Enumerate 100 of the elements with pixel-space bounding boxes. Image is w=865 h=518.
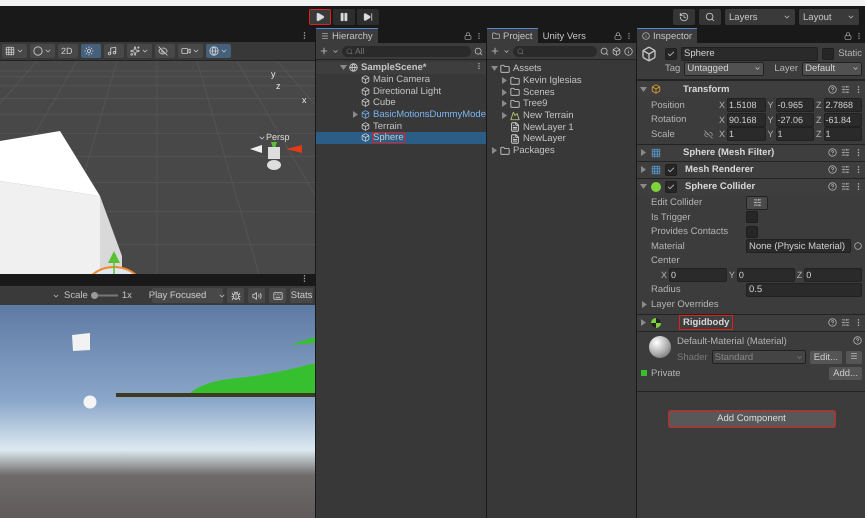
- component-header[interactable]: Sphere Collider: [637, 178, 865, 194]
- number-field[interactable]: 1: [824, 127, 862, 142]
- static-checkbox[interactable]: [822, 48, 834, 60]
- collapsed-caret-icon[interactable]: [501, 88, 508, 96]
- property-label: Radius: [651, 284, 682, 296]
- target-icon: [854, 242, 862, 250]
- hierarchy-item[interactable]: Directional Light: [316, 85, 486, 98]
- project-item[interactable]: Kevin Iglesias: [487, 74, 636, 86]
- cube-icon: [361, 98, 370, 108]
- number-field[interactable]: 0: [669, 268, 727, 282]
- checkbox[interactable]: [746, 211, 758, 224]
- number-field[interactable]: -61.84: [824, 112, 862, 127]
- shader-menu-button[interactable]: [846, 350, 862, 364]
- expanded-caret-icon[interactable]: [340, 64, 347, 72]
- hierarchy-tab[interactable]: Hierarchy: [316, 28, 378, 43]
- inspector-tab[interactable]: Inspector: [637, 28, 698, 43]
- active-checkbox[interactable]: [665, 48, 677, 60]
- collapsed-caret-icon[interactable]: [640, 319, 647, 326]
- layers-dropdown[interactable]: Layers: [725, 9, 795, 25]
- hierarchy-item[interactable]: Terrain: [316, 120, 486, 132]
- layout-dropdown[interactable]: Layout: [799, 9, 859, 25]
- camera-dropdown[interactable]: [178, 44, 203, 58]
- snap-dropdown[interactable]: [2, 44, 27, 58]
- step-button[interactable]: [357, 9, 379, 25]
- collapsed-caret-icon[interactable]: [640, 149, 647, 156]
- folder-icon: [510, 87, 520, 98]
- hierarchy-item[interactable]: Sphere: [316, 132, 486, 144]
- number-field[interactable]: 0: [804, 268, 862, 282]
- number-field[interactable]: 1.5108: [727, 98, 766, 112]
- add-component-button[interactable]: Add Component: [668, 410, 836, 428]
- slider-thumb[interactable]: [91, 292, 98, 299]
- play-mode-dropdown[interactable]: Play Focused: [152, 288, 224, 303]
- layer-dropdown[interactable]: Default: [802, 62, 862, 76]
- hierarchy-item[interactable]: Main Camera: [316, 74, 486, 86]
- project-item[interactable]: New Terrain: [487, 110, 636, 122]
- enabled-checkbox[interactable]: [665, 180, 677, 192]
- number-field[interactable]: 0: [736, 268, 795, 282]
- hierarchy-item[interactable]: BasicMotionsDummyMode: [316, 108, 486, 120]
- number-field[interactable]: 90.168: [727, 112, 766, 127]
- lighting-toggle[interactable]: [81, 44, 101, 58]
- property-label: Rotation: [651, 114, 688, 126]
- expanded-caret-icon[interactable]: [640, 86, 647, 92]
- expanded-caret-icon[interactable]: [491, 65, 498, 72]
- number-field[interactable]: -0.965: [776, 98, 814, 112]
- gizmos-dropdown[interactable]: [206, 44, 231, 58]
- audio-toggle[interactable]: [104, 44, 124, 58]
- scale-slider[interactable]: [92, 292, 118, 299]
- number-field[interactable]: 1: [776, 127, 814, 142]
- collapsed-caret-icon[interactable]: [501, 112, 508, 120]
- panel-tab[interactable]: Project: [487, 28, 538, 43]
- folder-icon: [500, 146, 510, 156]
- shortcuts-button[interactable]: [269, 288, 286, 303]
- add-button[interactable]: Add...: [829, 366, 862, 380]
- shading-mode-dropdown[interactable]: [30, 44, 55, 58]
- caret-icon: [847, 13, 855, 21]
- collapsed-caret-icon[interactable]: [501, 77, 508, 84]
- effects-dropdown[interactable]: [127, 44, 152, 58]
- pause-button[interactable]: [333, 9, 355, 25]
- object-field[interactable]: None (Physic Material): [746, 239, 851, 254]
- component-header[interactable]: Transform: [637, 80, 865, 97]
- expanded-caret-icon[interactable]: [640, 183, 647, 190]
- search-button[interactable]: [699, 9, 721, 25]
- 2d-toggle[interactable]: 2D: [58, 44, 78, 58]
- panel-tab[interactable]: Unity Vers: [538, 29, 591, 43]
- history-button[interactable]: [673, 9, 695, 25]
- visibility-toggle[interactable]: [155, 44, 175, 58]
- collapsed-caret-icon[interactable]: [501, 100, 508, 108]
- number-field[interactable]: 0.5: [746, 282, 862, 297]
- checkbox[interactable]: [746, 226, 758, 238]
- project-item[interactable]: NewLayer: [487, 133, 636, 145]
- debug-button[interactable]: [227, 288, 244, 303]
- project-item[interactable]: Tree9: [487, 98, 636, 110]
- collapsed-caret-icon[interactable]: [491, 147, 498, 154]
- project-item[interactable]: Assets: [487, 63, 636, 75]
- mute-button[interactable]: [248, 288, 266, 303]
- projection-label[interactable]: Persp: [258, 133, 290, 142]
- project-item[interactable]: Scenes: [487, 86, 636, 98]
- collapsed-caret-icon[interactable]: [641, 300, 648, 308]
- search-field[interactable]: [513, 46, 597, 56]
- scene-row[interactable]: SampleScene*: [316, 62, 486, 74]
- component-header[interactable]: Sphere (Mesh Filter): [637, 144, 865, 160]
- edit-collider-button[interactable]: [746, 196, 768, 210]
- collapsed-caret-icon[interactable]: [640, 166, 647, 173]
- edit-shader-button[interactable]: Edit...: [810, 350, 842, 364]
- collapsed-caret-icon[interactable]: [352, 111, 359, 118]
- number-field[interactable]: 2.7868: [824, 98, 862, 112]
- name-field[interactable]: Sphere: [681, 46, 818, 60]
- number-field[interactable]: -27.06: [776, 112, 814, 127]
- stats-button[interactable]: Stats: [290, 288, 313, 303]
- enabled-checkbox[interactable]: [665, 164, 677, 176]
- component-header[interactable]: Rigidbody: [637, 314, 865, 330]
- hierarchy-item[interactable]: Cube: [316, 97, 486, 109]
- project-item[interactable]: Packages: [487, 144, 636, 156]
- component-header[interactable]: Mesh Renderer: [637, 160, 865, 178]
- project-item[interactable]: NewLayer 1: [487, 121, 636, 134]
- folder-icon: [500, 64, 510, 74]
- play-button[interactable]: [309, 9, 331, 25]
- tag-dropdown[interactable]: Untagged: [684, 62, 764, 76]
- foldout-label[interactable]: Layer Overrides: [651, 298, 719, 310]
- number-field[interactable]: 1: [727, 127, 766, 142]
